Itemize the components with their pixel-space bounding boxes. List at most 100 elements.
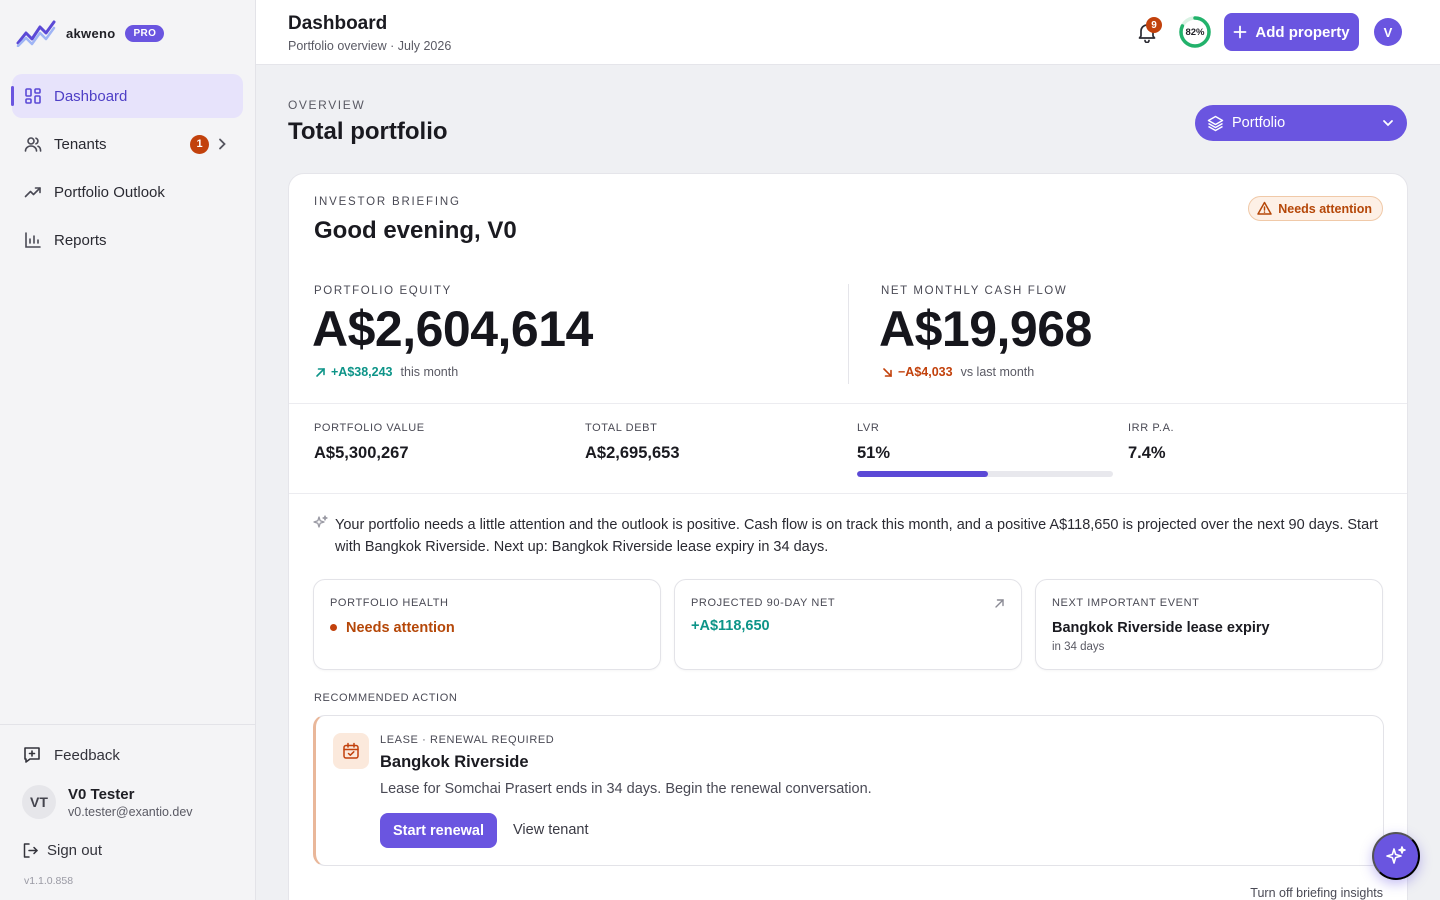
status-badge: Needs attention	[1248, 196, 1383, 221]
stat-value-total-debt: A$2,695,653	[585, 444, 680, 462]
sign-out-label: Sign out	[47, 842, 103, 859]
app-version: v1.1.0.858	[24, 875, 74, 887]
next-event-card[interactable]: NEXT IMPORTANT EVENT Bangkok Riverside l…	[1035, 579, 1383, 670]
account-avatar[interactable]: V	[1374, 18, 1402, 46]
sidebar-item-dashboard[interactable]: Dashboard	[11, 74, 243, 118]
equity-delta-value: +A$38,243	[331, 365, 393, 379]
notification-count-badge: 9	[1146, 17, 1162, 33]
progress-ring-label: 82%	[1185, 26, 1205, 38]
equity-delta: +A$38,243 this month	[314, 365, 458, 379]
next-event-label: NEXT IMPORTANT EVENT	[1052, 597, 1200, 609]
avatar: VT	[22, 785, 56, 819]
cashflow-delta: −A$4,033 vs last month	[881, 365, 1034, 379]
stat-value-portfolio-value: A$5,300,267	[314, 444, 409, 462]
sidebar-item-tenants[interactable]: Tenants 1	[12, 122, 243, 166]
sidebar: akweno PRO Dashboard Tenants 1 Portfolio…	[0, 0, 256, 900]
equity-delta-note: this month	[400, 365, 459, 379]
sidebar-nav: Dashboard Tenants 1 Portfolio Outlook Re…	[11, 74, 243, 266]
investor-briefing-card: INVESTOR BRIEFING Good evening, V0 Needs…	[288, 173, 1408, 900]
briefing-summary: Your portfolio needs a little attention …	[335, 517, 1379, 555]
action-description: Lease for Somchai Prasert ends in 34 day…	[380, 781, 872, 797]
equity-value: A$2,604,614	[312, 301, 593, 357]
feedback-button[interactable]: Feedback	[22, 745, 120, 765]
stat-label-irr: IRR P.A.	[1128, 422, 1175, 434]
warning-icon	[1257, 201, 1272, 215]
bar-chart-icon	[24, 231, 42, 249]
health-value: Needs attention	[330, 620, 455, 636]
page-kicker: OVERVIEW	[288, 98, 366, 112]
header-subtitle: Portfolio overview · July 2026	[288, 39, 452, 53]
status-dot	[330, 623, 337, 631]
portfolio-select-value: Portfolio	[1232, 115, 1286, 131]
next-event-value: Bangkok Riverside lease expiry	[1052, 620, 1270, 636]
recommended-action-card: LEASE · RENEWAL REQUIRED Bangkok Riversi…	[313, 715, 1384, 866]
projected-value: +A$118,650	[691, 618, 770, 634]
sidebar-item-label: Dashboard	[54, 87, 128, 105]
sidebar-footer: Feedback VT V0 Tester v0.tester@exantio.…	[0, 724, 255, 887]
lvr-progress-fill	[857, 471, 988, 477]
chevron-right-icon[interactable]	[215, 137, 229, 151]
add-property-button[interactable]: Add property	[1224, 13, 1359, 51]
dashboard-icon	[24, 87, 42, 105]
status-badge-label: Needs attention	[1278, 201, 1372, 216]
sparkle-icon	[313, 515, 328, 535]
cashflow-label: NET MONTHLY CASH FLOW	[881, 285, 1068, 297]
logo-icon	[16, 20, 56, 47]
user-email: v0.tester@exantio.dev	[68, 804, 193, 819]
briefing-kicker: INVESTOR BRIEFING	[314, 196, 461, 208]
sidebar-item-portfolio-outlook[interactable]: Portfolio Outlook	[12, 170, 243, 214]
chevron-down-icon	[1381, 116, 1395, 130]
lvr-progress-bar	[857, 471, 1113, 477]
equity-label: PORTFOLIO EQUITY	[314, 285, 452, 297]
trending-up-icon	[24, 183, 42, 201]
sidebar-item-label: Tenants	[54, 135, 107, 153]
cashflow-delta-note: vs last month	[960, 365, 1035, 379]
user-profile[interactable]: VT V0 Tester v0.tester@exantio.dev	[22, 785, 193, 819]
projected-label: PROJECTED 90-DAY NET	[691, 597, 836, 609]
page-title: Total portfolio	[288, 118, 448, 145]
users-icon	[24, 135, 42, 153]
recommended-action-label: RECOMMENDED ACTION	[314, 692, 458, 704]
stat-label-portfolio-value: PORTFOLIO VALUE	[314, 422, 425, 434]
feedback-icon	[24, 747, 40, 763]
sidebar-item-reports[interactable]: Reports	[12, 218, 243, 262]
section-divider	[289, 403, 1407, 404]
arrow-up-right-icon	[316, 367, 325, 377]
calendar-check-icon	[333, 733, 369, 769]
action-kicker: LEASE · RENEWAL REQUIRED	[380, 734, 555, 746]
feedback-label: Feedback	[54, 746, 120, 764]
ai-assistant-button[interactable]	[1372, 832, 1420, 880]
health-label: PORTFOLIO HEALTH	[330, 597, 449, 609]
portfolio-select[interactable]: Portfolio	[1195, 105, 1407, 141]
sidebar-item-label: Portfolio Outlook	[54, 183, 165, 201]
cashflow-value: A$19,968	[879, 301, 1092, 357]
user-name: V0 Tester	[68, 785, 135, 803]
tenants-count-badge: 1	[190, 134, 209, 154]
cashflow-delta-value: −A$4,033	[898, 365, 953, 379]
add-property-label: Add property	[1255, 23, 1350, 41]
metric-divider	[848, 284, 849, 384]
greeting: Good evening, V0	[314, 217, 517, 244]
stat-value-lvr: 51%	[857, 444, 891, 462]
stat-label-lvr: LVR	[857, 422, 880, 434]
top-header: Dashboard Portfolio overview · July 2026…	[256, 0, 1440, 65]
section-divider	[289, 493, 1407, 494]
portfolio-health-card[interactable]: PORTFOLIO HEALTH Needs attention	[313, 579, 661, 670]
pro-badge: PRO	[125, 24, 165, 42]
view-tenant-link[interactable]: View tenant	[513, 822, 589, 838]
sparkles-icon	[1386, 846, 1406, 864]
plus-icon	[1234, 25, 1247, 39]
sign-out-button[interactable]: Sign out	[22, 842, 102, 859]
next-event-sub: in 34 days	[1052, 641, 1105, 653]
arrow-up-right-icon[interactable]	[994, 596, 1005, 614]
start-renewal-button[interactable]: Start renewal	[380, 813, 497, 848]
arrow-down-right-icon	[883, 367, 892, 377]
header-title: Dashboard	[288, 13, 388, 34]
sign-out-icon	[23, 843, 38, 858]
brand-name: akweno	[66, 25, 116, 41]
stat-value-irr: 7.4%	[1128, 444, 1166, 462]
action-title: Bangkok Riverside	[380, 753, 529, 771]
brand[interactable]: akweno PRO	[16, 18, 165, 48]
projected-net-card[interactable]: PROJECTED 90-DAY NET +A$118,650	[674, 579, 1022, 670]
turn-off-insights-link[interactable]: Turn off briefing insights	[1250, 886, 1383, 900]
